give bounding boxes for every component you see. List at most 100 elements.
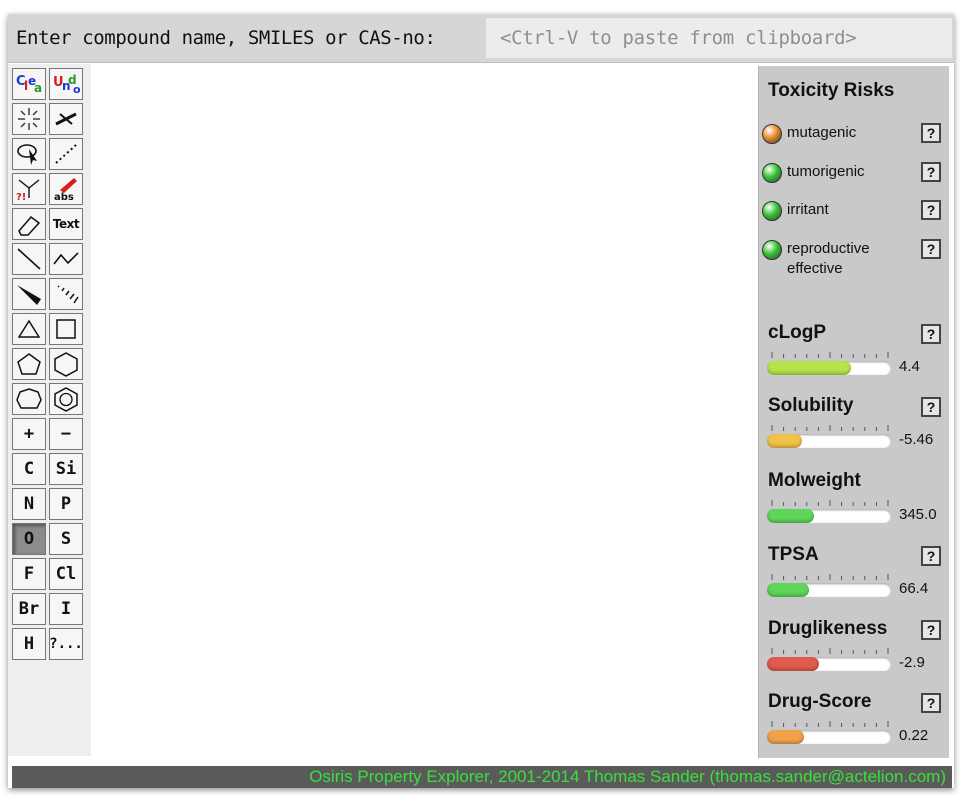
scale-ticks [771,648,889,654]
text-tool[interactable]: Text [49,208,83,240]
query-atom-icon: ?! [16,179,40,202]
dotted-line-icon [55,144,77,164]
atom-label: H [23,634,35,654]
risk-indicator-icon [762,124,782,144]
atom-list-tool[interactable]: ?! [12,173,46,205]
atom-label: F [23,564,35,584]
property-name: Solubility [768,395,854,416]
wedge-bond-tool[interactable] [12,278,46,310]
property-row: cLogP? 4.4 [759,322,949,392]
undo-tool[interactable]: U n d o [49,68,83,100]
lasso-icon [17,144,37,165]
property-bar-track [767,730,891,744]
atom-o-tool[interactable]: O [12,523,46,555]
property-bar-fill [767,730,804,744]
atom-h-tool[interactable]: H [12,628,46,660]
help-button[interactable]: ? [921,620,941,640]
atom-f-tool[interactable]: F [12,558,46,590]
atom-si-tool[interactable]: Si [49,453,83,485]
lasso-select-tool[interactable] [12,138,46,170]
square-icon [56,319,76,339]
property-row: Drug-Score? 0.22 [759,691,949,761]
property-bar-fill [767,509,814,523]
property-value: -2.9 [899,654,925,671]
chain-bond-tool[interactable] [49,243,83,275]
help-button[interactable]: ? [921,693,941,713]
scale-ticks [771,425,889,431]
help-button[interactable]: ? [921,200,941,220]
risk-row: reproductive effective? [762,236,947,277]
risk-row: mutagenic? [762,120,947,156]
risk-indicator-icon [762,163,782,183]
property-row: Druglikeness? -2.9 [759,618,949,688]
pentagon-icon [17,353,41,375]
benzene-icon [54,387,78,412]
atom-p-tool[interactable]: P [49,488,83,520]
atom-label: N [23,494,35,514]
chain-tool[interactable] [49,138,83,170]
atom-label: C [23,459,35,479]
benzene-tool[interactable] [49,383,83,415]
ring5-tool[interactable] [12,348,46,380]
svg-text:a: a [34,81,42,95]
eraser-tool[interactable] [12,208,46,240]
charge-plus-tool[interactable]: + [12,418,46,450]
ring3-tool[interactable] [12,313,46,345]
drawing-canvas[interactable] [92,64,755,756]
hash-bond-tool[interactable] [49,278,83,310]
undo-icon: U n d o [53,73,80,96]
charge-minus-label: − [60,424,72,444]
zoom-rotate-tool[interactable] [49,103,83,135]
ring6-tool[interactable] [49,348,83,380]
rotate-bond-icon [55,112,77,126]
atom-c-tool[interactable]: C [12,453,46,485]
wedge-bond-icon [17,285,41,305]
atom-label: P [60,494,72,514]
clean-structure-tool[interactable] [12,103,46,135]
risk-indicator-icon [762,240,782,260]
abs-stereo-tool[interactable]: abs [49,173,83,205]
scale-ticks [771,500,889,506]
risk-row: irritant? [762,197,947,233]
compound-entry-input[interactable] [486,18,952,58]
hashed-bond-icon [57,285,79,304]
ring7-tool[interactable] [12,383,46,415]
ring4-tool[interactable] [49,313,83,345]
property-bar-track [767,583,891,597]
scale-ticks [771,574,889,580]
property-name: Molweight [768,470,861,491]
risk-row: tumorigenic? [762,159,947,195]
help-button[interactable]: ? [921,123,941,143]
sparkle-icon [18,108,40,130]
single-bond-tool[interactable] [12,243,46,275]
property-name: Drug-Score [768,691,872,712]
atom-cl-tool[interactable]: Cl [49,558,83,590]
property-bar-track [767,657,891,671]
property-bar-fill [767,657,819,671]
help-button[interactable]: ? [921,324,941,344]
atom-other-tool[interactable]: ?... [49,628,83,660]
help-button[interactable]: ? [921,546,941,566]
clear-tool[interactable]: C l e a [12,68,46,100]
atom-s-tool[interactable]: S [49,523,83,555]
single-bond-icon [17,248,41,270]
help-button[interactable]: ? [921,397,941,417]
property-name: cLogP [768,322,827,343]
risk-label: tumorigenic [787,163,865,180]
eraser-icon [18,215,41,236]
charge-minus-tool[interactable]: − [49,418,83,450]
risk-label: mutagenic [787,124,857,141]
property-bar-track [767,509,891,523]
property-bar-track [767,361,891,375]
help-button[interactable]: ? [921,162,941,182]
status-bar: Osiris Property Explorer, 2001-2014 Thom… [12,766,952,788]
clear-icon: C l e a [16,74,42,95]
help-button[interactable]: ? [921,239,941,259]
svg-text:?!: ?! [16,192,26,202]
property-bar-track [767,434,891,448]
atom-i-tool[interactable]: I [49,593,83,625]
atom-label: Br [18,599,40,619]
compound-entry-prompt: Enter compound name, SMILES or CAS-no: [16,27,436,49]
atom-br-tool[interactable]: Br [12,593,46,625]
atom-n-tool[interactable]: N [12,488,46,520]
